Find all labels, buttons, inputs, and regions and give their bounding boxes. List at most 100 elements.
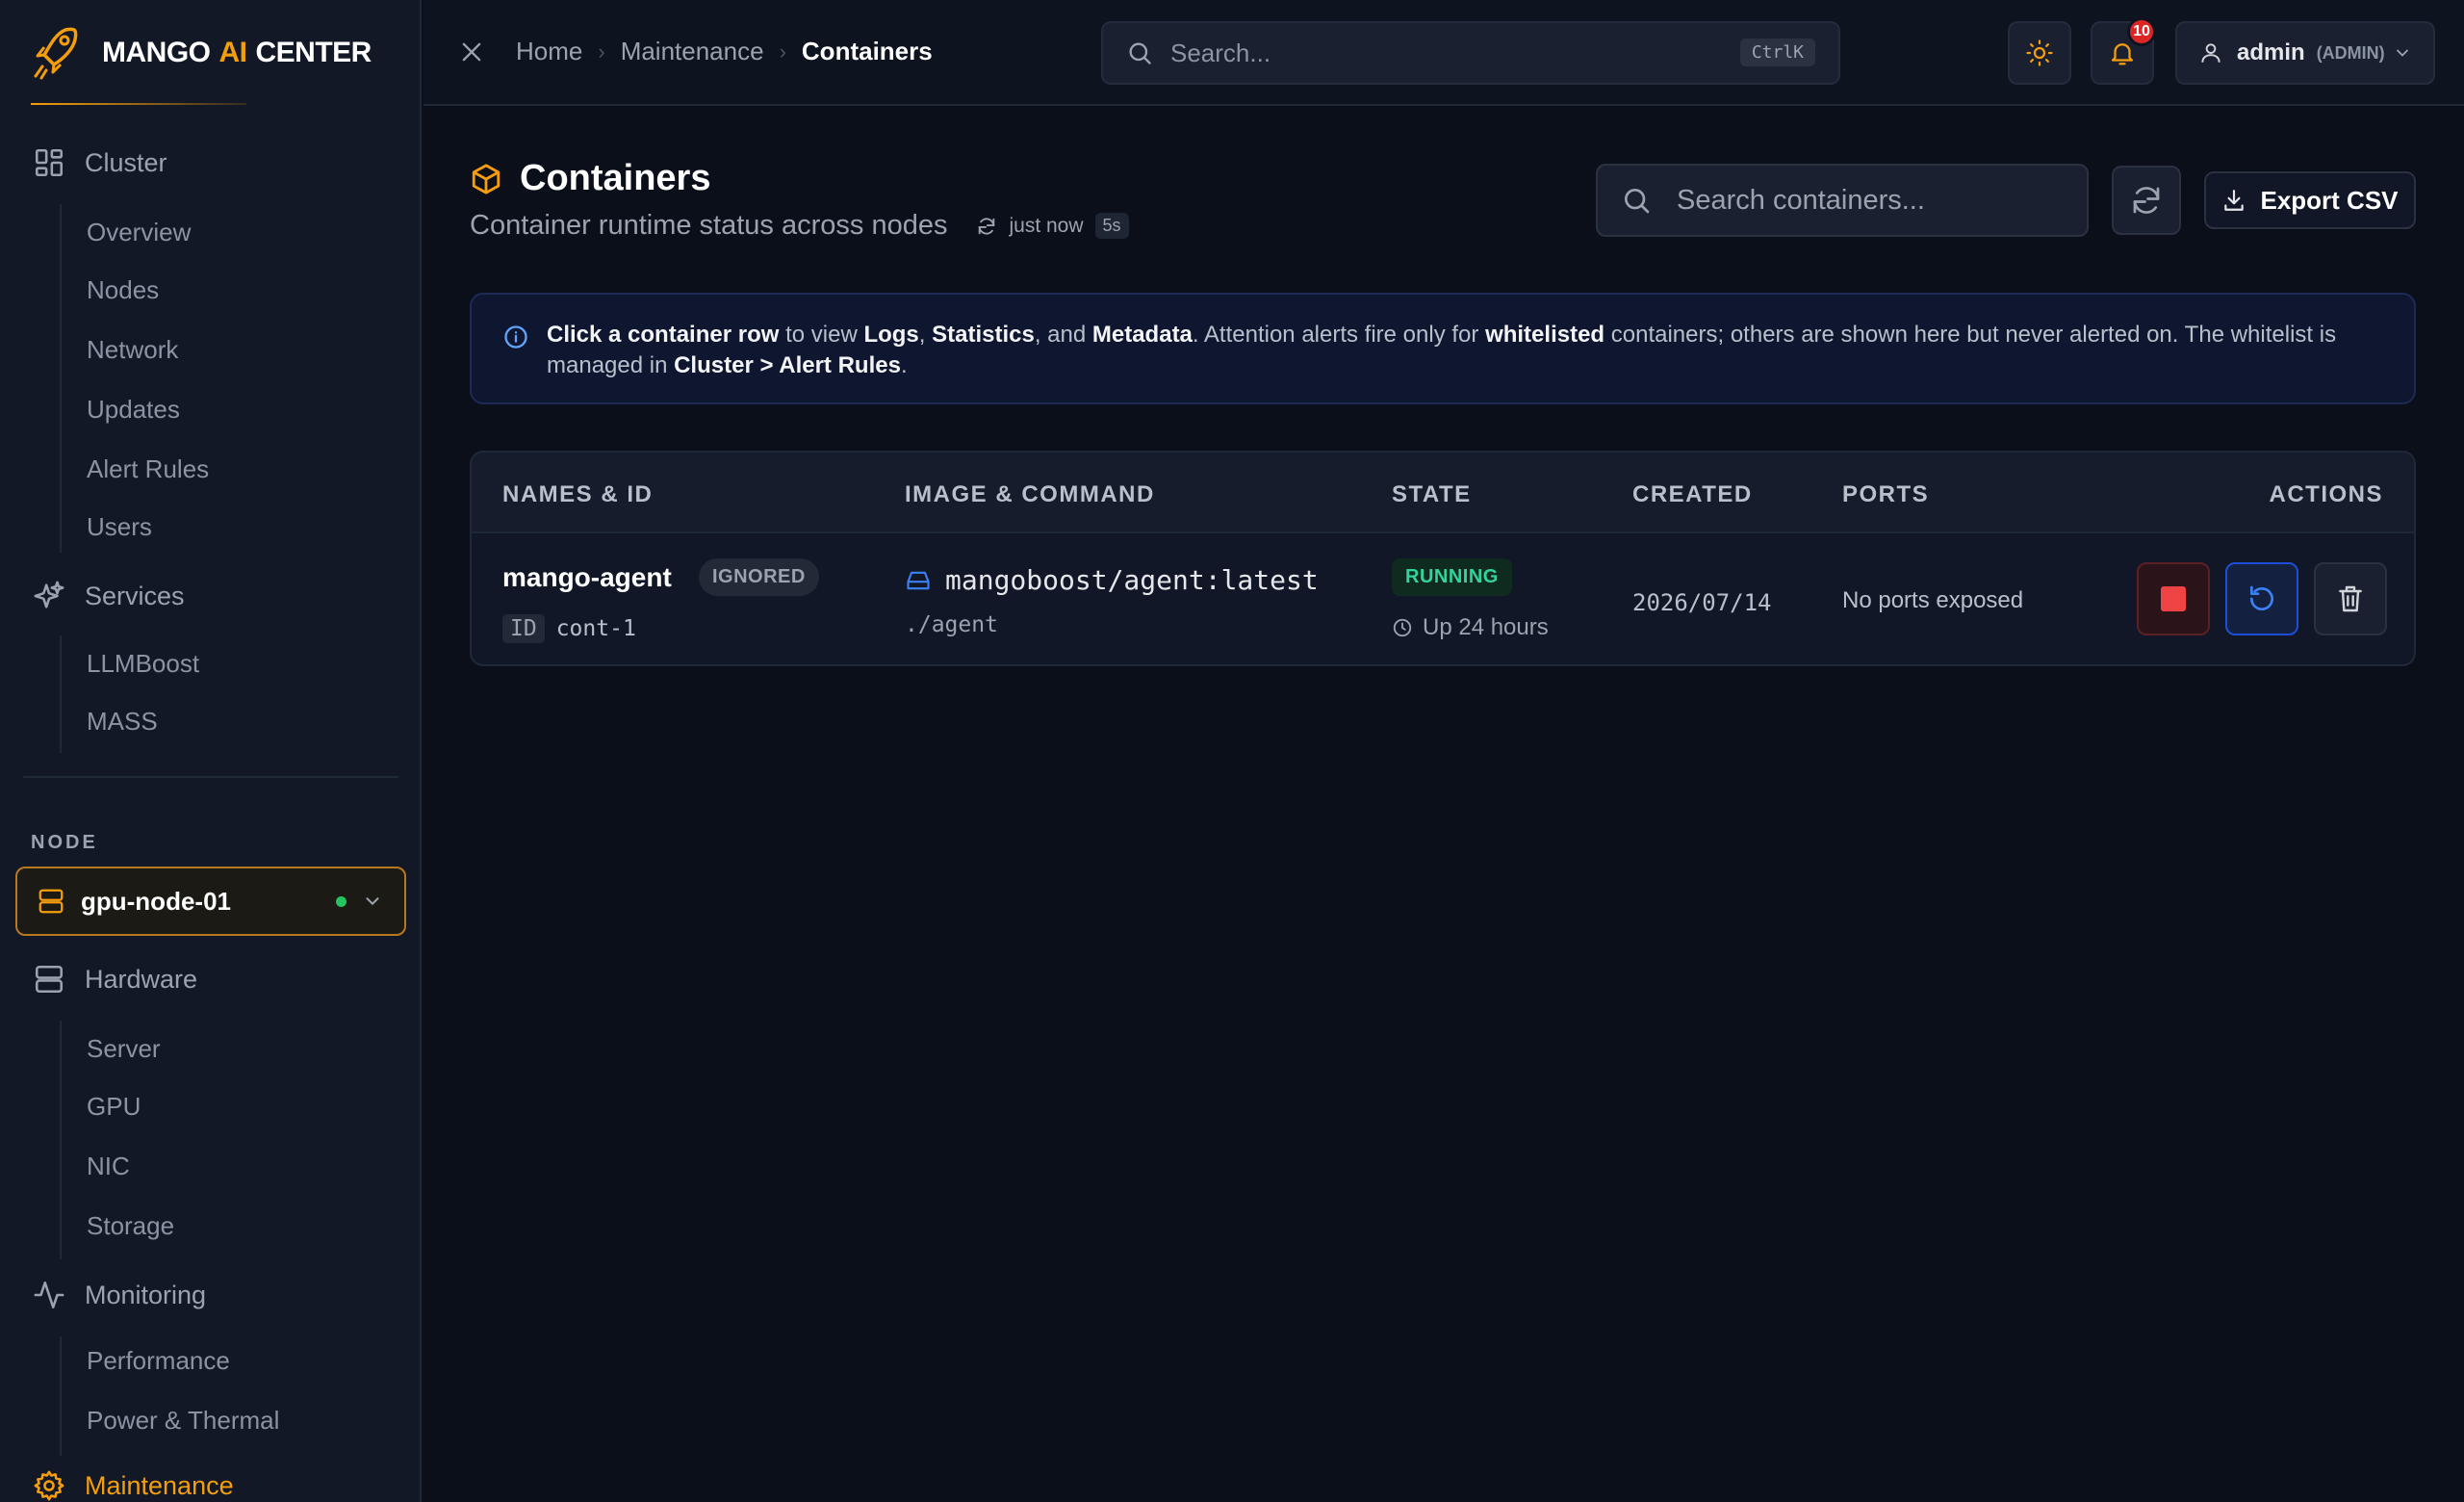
brand[interactable]: MANGO AI CENTER <box>0 0 420 106</box>
search-shortcut-hint: CtrlK <box>1739 39 1815 66</box>
page-title: Containers <box>470 158 710 199</box>
column-header-created: CREATED <box>1632 481 1753 507</box>
export-csv-button[interactable]: Export CSV <box>2204 171 2416 229</box>
page-title-text: Containers <box>520 158 711 198</box>
sidebar-item-nodes[interactable]: Nodes <box>87 275 159 305</box>
sidebar-item-network[interactable]: Network <box>87 335 178 365</box>
sidebar-item-overview[interactable]: Overview <box>87 218 191 247</box>
global-search-placeholder: Search... <box>1170 38 1271 67</box>
sidebar-item-updates[interactable]: Updates <box>87 395 180 425</box>
nav-group-hardware[interactable]: Hardware <box>33 963 197 996</box>
close-icon[interactable] <box>458 39 485 65</box>
breadcrumb: Home › Maintenance › Containers <box>516 37 933 66</box>
sidebar-item-users[interactable]: Users <box>87 512 152 542</box>
uptime: Up 24 hours <box>1392 614 1549 641</box>
sidebar-item-server[interactable]: Server <box>87 1034 161 1064</box>
breadcrumb-home[interactable]: Home <box>516 37 582 66</box>
restart-container-button[interactable] <box>2225 562 2298 635</box>
notification-count-badge: 10 <box>2127 17 2156 46</box>
nav-group-label: Services <box>85 581 185 610</box>
node-selector[interactable]: gpu-node-01 <box>15 867 406 936</box>
info-icon <box>504 325 527 349</box>
breadcrumb-maintenance[interactable]: Maintenance <box>621 37 764 66</box>
brand-ai: AI <box>218 37 248 68</box>
delete-container-button[interactable] <box>2314 562 2387 635</box>
container-image: mangoboost/agent:latest <box>905 564 1319 596</box>
column-header-ports: PORTS <box>1842 481 1930 507</box>
refresh-status: just now 5s <box>976 213 1129 239</box>
dashboard-grid-icon <box>35 148 64 177</box>
node-section-label: NODE <box>31 832 98 853</box>
ignored-badge: IGNORED <box>699 558 819 596</box>
refresh-interval-badge[interactable]: 5s <box>1094 213 1129 239</box>
notifications-button[interactable]: 10 <box>2091 17 2156 85</box>
container-id-value: cont-1 <box>555 616 636 641</box>
container-search-placeholder: Search containers... <box>1677 184 1925 216</box>
stop-container-button[interactable] <box>2137 562 2210 635</box>
containers-table: NAMES & ID IMAGE & COMMAND STATE CREATED… <box>470 451 2416 666</box>
nav-subline <box>60 1021 62 1259</box>
download-icon <box>2224 190 2245 211</box>
user-icon <box>2201 43 2220 63</box>
container-command: ./agent <box>905 612 998 637</box>
container-image-value: mangoboost/agent:latest <box>945 564 1319 596</box>
ports-text: No ports exposed <box>1842 587 2024 613</box>
export-csv-label: Export CSV <box>2260 185 2399 215</box>
sidebar-item-nic[interactable]: NIC <box>87 1152 130 1181</box>
info-text: Click a container row to view Logs, Stat… <box>547 322 2337 378</box>
column-header-image: IMAGE & COMMAND <box>905 481 1155 507</box>
container-search-input[interactable]: Search containers... <box>1596 164 2089 237</box>
sparkles-icon <box>34 581 64 609</box>
nav-group-cluster[interactable]: Cluster <box>33 146 167 179</box>
nav-group-label: Hardware <box>85 964 198 994</box>
state-badge: RUNNING <box>1392 558 1512 596</box>
last-refresh-text: just now <box>1009 214 1084 237</box>
node-selector-value: gpu-node-01 <box>81 886 231 916</box>
rocket-logo-icon <box>34 27 78 80</box>
topbar: Home › Maintenance › Containers Search..… <box>424 0 2464 106</box>
brand-name: MANGO <box>102 37 211 68</box>
sidebar-item-power-thermal[interactable]: Power & Thermal <box>87 1406 279 1436</box>
box-icon <box>472 163 500 194</box>
server-icon <box>38 889 64 914</box>
sidebar-divider <box>23 776 398 778</box>
page-subtitle: Container runtime status across nodes ju… <box>470 210 1129 242</box>
sidebar-item-mass[interactable]: MASS <box>87 707 158 737</box>
breadcrumb-separator: › <box>598 39 605 64</box>
user-role: (ADMIN) <box>2316 42 2385 63</box>
uptime-text: Up 24 hours <box>1423 614 1549 640</box>
hard-drive-icon <box>907 571 930 589</box>
nav-subline <box>60 635 62 753</box>
search-icon <box>1625 189 1650 214</box>
nav-group-label: Monitoring <box>85 1280 207 1309</box>
container-name: mango-agent <box>502 562 672 592</box>
theme-toggle-button[interactable] <box>2008 21 2071 85</box>
chevron-down-icon <box>366 897 379 906</box>
info-banner: Click a container row to view Logs, Stat… <box>470 293 2416 404</box>
table-header: NAMES & ID IMAGE & COMMAND STATE CREATED… <box>472 453 2414 533</box>
sun-icon <box>2026 39 2053 66</box>
breadcrumb-current: Containers <box>801 37 933 65</box>
sidebar-item-alert-rules[interactable]: Alert Rules <box>87 454 209 484</box>
sidebar-item-storage[interactable]: Storage <box>87 1211 174 1241</box>
sidebar-item-gpu[interactable]: GPU <box>87 1092 141 1122</box>
user-menu-button[interactable]: admin (ADMIN) <box>2175 21 2435 85</box>
restart-icon <box>2250 585 2273 610</box>
page-subtitle-text: Container runtime status across nodes <box>470 210 948 241</box>
refresh-button[interactable] <box>2112 166 2181 235</box>
global-search-input[interactable]: Search... CtrlK <box>1101 21 1840 85</box>
nav-group-label: Maintenance <box>85 1470 234 1500</box>
sidebar-item-performance[interactable]: Performance <box>87 1346 230 1376</box>
brand-suffix: CENTER <box>255 37 372 68</box>
nav-subline <box>60 1336 62 1456</box>
column-header-actions: ACTIONS <box>2269 481 2383 507</box>
nav-group-monitoring[interactable]: Monitoring <box>33 1279 206 1311</box>
trash-icon <box>2339 585 2362 612</box>
nav-group-maintenance[interactable]: Maintenance <box>33 1469 234 1502</box>
table-row[interactable]: mango-agent IGNORED ID cont-1 mangoboost… <box>472 535 2414 664</box>
id-label: ID <box>502 614 545 643</box>
nav-group-services[interactable]: Services <box>33 580 185 612</box>
brand-underline <box>31 103 246 105</box>
sidebar-item-llmboost[interactable]: LLMBoost <box>87 649 199 679</box>
activity-pulse-icon <box>34 1281 64 1309</box>
